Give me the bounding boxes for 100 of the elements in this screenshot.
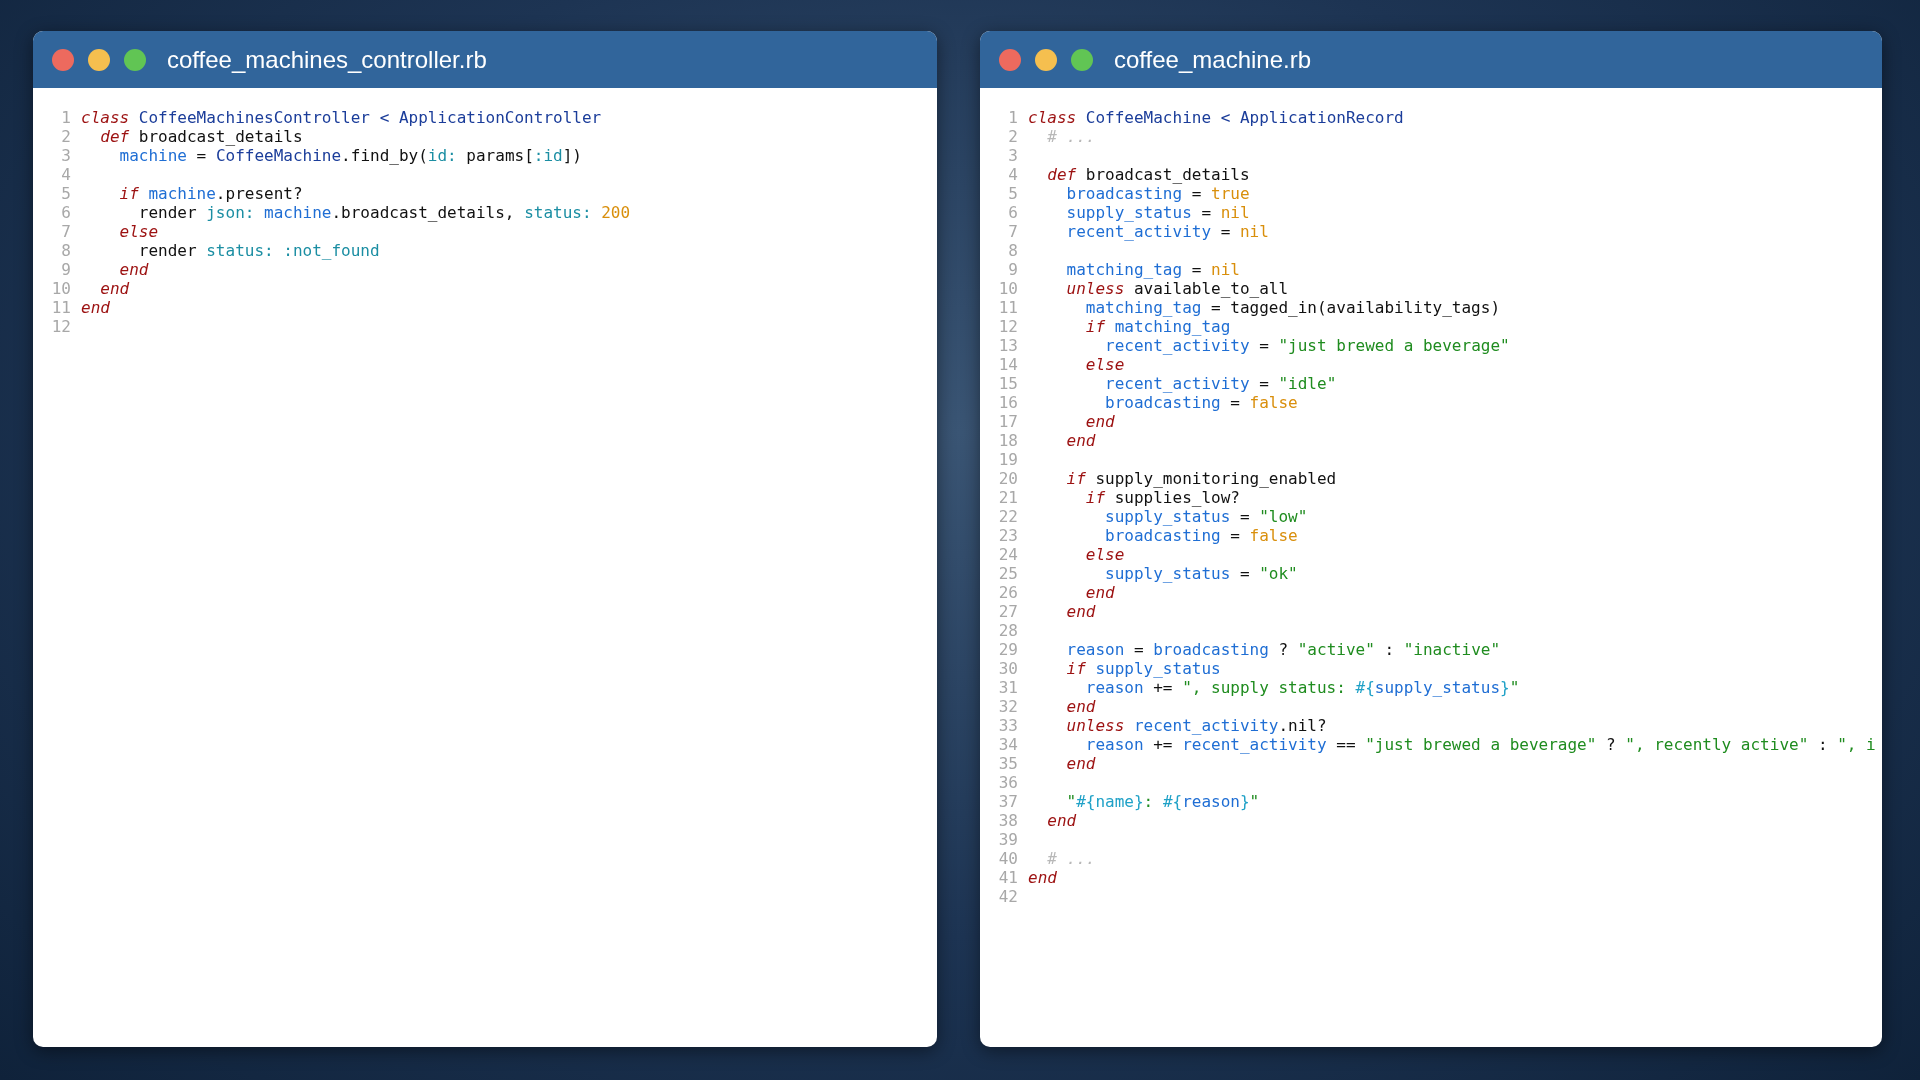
line-number: 17 (997, 412, 1018, 431)
code-line: end (81, 298, 110, 317)
line-number: 6 (60, 203, 71, 222)
line-number: 26 (997, 583, 1018, 602)
code-line: def broadcast_details (1046, 165, 1250, 184)
line-number: 4 (60, 165, 71, 184)
code-line: else (1084, 545, 1125, 564)
line-number: 5 (1007, 184, 1018, 203)
minimize-button[interactable] (1035, 48, 1057, 71)
code-line: end (1065, 431, 1096, 450)
line-number: 9 (1007, 260, 1018, 279)
line-number: 8 (1007, 241, 1018, 260)
code-line: if supply_monitoring_enabled (1065, 469, 1337, 488)
code-line: reason += recent_activity == "just brewed a beverage" ? ", recently active" : ", i (1084, 735, 1876, 754)
code-line: def broadcast_details (99, 127, 303, 146)
line-number: 41 (997, 868, 1018, 887)
code-line: # ... (1046, 849, 1096, 868)
code-line: if supplies_low? (1084, 488, 1240, 507)
code-line: end (118, 260, 149, 279)
code-line: unless available_to_all (1065, 279, 1289, 298)
code-line: "#{name}: #{reason}" (1065, 792, 1260, 811)
code-line: end (1084, 583, 1115, 602)
line-number: 37 (997, 792, 1018, 811)
line-number: 21 (997, 488, 1018, 507)
zoom-button[interactable] (124, 48, 146, 71)
code-line: reason += ", supply status: #{supply_status}" (1084, 678, 1520, 697)
code-line: render json: machine.broadcast_details, status: 200 (137, 203, 631, 222)
code-line: recent_activity = "idle" (1104, 374, 1337, 393)
line-number: 32 (997, 697, 1018, 716)
line-number: 1 (1007, 108, 1018, 127)
line-number: 18 (997, 431, 1018, 450)
window-title: coffee_machines_controller.rb (167, 45, 487, 74)
line-number: 19 (997, 450, 1018, 469)
code-line: recent_activity = "just brewed a beverage" (1104, 336, 1510, 355)
code-line: if machine.present? (118, 184, 303, 203)
code-line: end (1084, 412, 1115, 431)
line-number: 23 (997, 526, 1018, 545)
code-line: class CoffeeMachinesController < ApplicationController (81, 108, 602, 127)
line-number: 12 (997, 317, 1018, 336)
line-number: 8 (60, 241, 71, 260)
line-number: 12 (50, 317, 71, 336)
line-number: 29 (997, 640, 1018, 659)
code-line: else (1084, 355, 1125, 374)
code-line: end (1028, 868, 1057, 887)
window-title: coffee_machine.rb (1114, 45, 1311, 74)
line-number: 2 (1007, 127, 1018, 146)
code-line: broadcasting = true (1065, 184, 1250, 203)
line-number: 42 (997, 887, 1018, 906)
code-line: else (118, 222, 159, 241)
line-number: 1 (60, 108, 71, 127)
line-number: 24 (997, 545, 1018, 564)
code-line: end (1046, 811, 1077, 830)
code-line: class CoffeeMachine < ApplicationRecord (1028, 108, 1404, 127)
line-number: 11 (50, 298, 71, 317)
close-button[interactable] (52, 48, 74, 71)
line-number: 14 (997, 355, 1018, 374)
code-line: end (1065, 754, 1096, 773)
line-number: 7 (60, 222, 71, 241)
line-number: 11 (997, 298, 1018, 317)
line-number: 34 (997, 735, 1018, 754)
line-number: 28 (997, 621, 1018, 640)
line-number: 16 (997, 393, 1018, 412)
line-number: 4 (1007, 165, 1018, 184)
line-number: 2 (60, 127, 71, 146)
line-number: 33 (997, 716, 1018, 735)
line-number: 10 (50, 279, 71, 298)
code-line: if supply_status (1065, 659, 1221, 678)
line-number: 31 (997, 678, 1018, 697)
close-button[interactable] (999, 48, 1021, 71)
code-line: end (1065, 697, 1096, 716)
line-number: 10 (997, 279, 1018, 298)
code-line: recent_activity = nil (1065, 222, 1269, 241)
line-number: 13 (997, 336, 1018, 355)
code-line: matching_tag = nil (1065, 260, 1240, 279)
line-number: 30 (997, 659, 1018, 678)
line-number: 20 (997, 469, 1018, 488)
code-line: render status: :not_found (137, 241, 380, 260)
line-number: 5 (60, 184, 71, 203)
code-line: supply_status = nil (1065, 203, 1250, 222)
line-number: 9 (60, 260, 71, 279)
line-number: 27 (997, 602, 1018, 621)
code-line: # ... (1046, 127, 1096, 146)
line-number: 6 (1007, 203, 1018, 222)
zoom-button[interactable] (1071, 48, 1093, 71)
minimize-button[interactable] (88, 48, 110, 71)
code-line: end (99, 279, 130, 298)
code-line: machine = CoffeeMachine.find_by(id: params[:id]) (118, 146, 582, 165)
code-line: supply_status = "low" (1104, 507, 1308, 526)
line-number: 38 (997, 811, 1018, 830)
code-line: broadcasting = false (1104, 526, 1298, 545)
line-number: 25 (997, 564, 1018, 583)
code-line: broadcasting = false (1104, 393, 1298, 412)
code-line: end (1065, 602, 1096, 621)
line-number: 7 (1007, 222, 1018, 241)
line-number: 35 (997, 754, 1018, 773)
line-number: 36 (997, 773, 1018, 792)
line-number: 40 (997, 849, 1018, 868)
line-number: 15 (997, 374, 1018, 393)
line-number: 39 (997, 830, 1018, 849)
code-line: if matching_tag (1084, 317, 1231, 336)
